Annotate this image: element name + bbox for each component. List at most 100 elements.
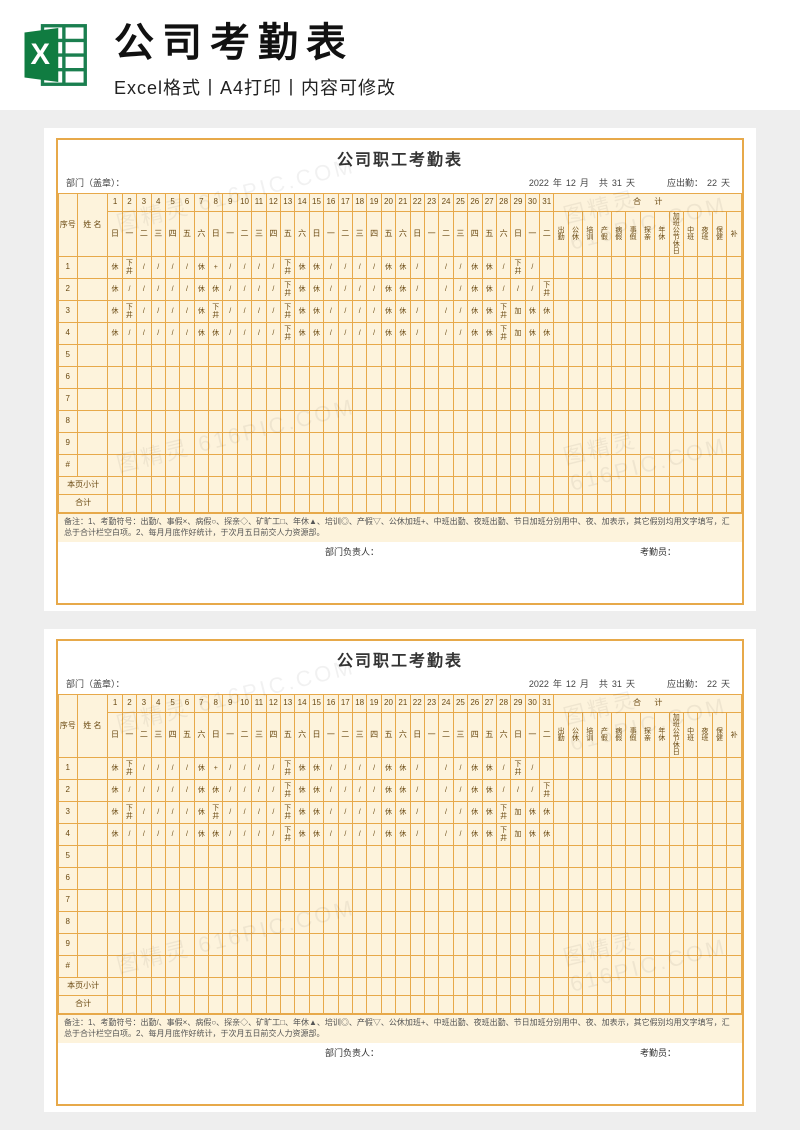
day-cell[interactable]: / [410, 802, 424, 824]
name-cell[interactable] [77, 389, 108, 411]
day-cell[interactable] [237, 934, 251, 956]
sum-cell[interactable] [712, 956, 726, 978]
day-cell[interactable]: / [352, 824, 366, 846]
day-cell[interactable]: / [252, 257, 266, 279]
day-cell[interactable] [511, 455, 525, 477]
day-cell[interactable] [468, 389, 482, 411]
day-cell[interactable] [108, 890, 122, 912]
day-cell[interactable]: / [266, 301, 280, 323]
sum-cell[interactable] [698, 367, 712, 389]
day-cell[interactable] [540, 868, 554, 890]
day-cell[interactable] [410, 934, 424, 956]
day-cell[interactable] [496, 433, 510, 455]
day-cell[interactable]: / [223, 279, 237, 301]
day-cell[interactable]: / [439, 780, 453, 802]
sum-cell[interactable] [597, 824, 611, 846]
day-cell[interactable]: 休 [396, 780, 410, 802]
day-cell[interactable]: 下井 [496, 323, 510, 345]
day-cell[interactable]: 休 [396, 323, 410, 345]
day-cell[interactable]: 休 [108, 802, 122, 824]
day-cell[interactable] [194, 934, 208, 956]
sum-cell[interactable] [583, 301, 597, 323]
sum-cell[interactable] [583, 411, 597, 433]
sum-cell[interactable] [712, 323, 726, 345]
day-cell[interactable] [252, 345, 266, 367]
sum-cell[interactable] [727, 257, 742, 279]
day-cell[interactable]: 休 [108, 323, 122, 345]
sum-cell[interactable] [712, 345, 726, 367]
day-cell[interactable] [410, 455, 424, 477]
day-cell[interactable] [237, 433, 251, 455]
day-cell[interactable] [137, 956, 151, 978]
day-cell[interactable] [424, 411, 438, 433]
day-cell[interactable]: 下井 [209, 802, 223, 824]
day-cell[interactable] [424, 301, 438, 323]
day-cell[interactable]: / [237, 279, 251, 301]
day-cell[interactable] [525, 912, 539, 934]
sum-cell[interactable] [640, 868, 654, 890]
day-cell[interactable]: 休 [194, 257, 208, 279]
day-cell[interactable] [209, 868, 223, 890]
sum-cell[interactable] [597, 279, 611, 301]
sum-cell[interactable] [698, 780, 712, 802]
day-cell[interactable] [540, 758, 554, 780]
day-cell[interactable]: / [266, 257, 280, 279]
day-cell[interactable] [439, 455, 453, 477]
day-cell[interactable] [122, 956, 136, 978]
day-cell[interactable]: / [352, 780, 366, 802]
sum-cell[interactable] [583, 279, 597, 301]
day-cell[interactable] [309, 890, 323, 912]
sum-cell[interactable] [698, 257, 712, 279]
day-cell[interactable] [511, 411, 525, 433]
sum-cell[interactable] [683, 934, 697, 956]
sum-cell[interactable] [568, 389, 582, 411]
day-cell[interactable] [223, 956, 237, 978]
day-cell[interactable] [180, 367, 194, 389]
day-cell[interactable] [137, 367, 151, 389]
day-cell[interactable] [309, 433, 323, 455]
sum-cell[interactable] [640, 389, 654, 411]
day-cell[interactable] [424, 824, 438, 846]
sum-cell[interactable] [583, 802, 597, 824]
sum-cell[interactable] [712, 389, 726, 411]
day-cell[interactable] [540, 367, 554, 389]
sum-cell[interactable] [554, 846, 568, 868]
sum-cell[interactable] [626, 956, 640, 978]
day-cell[interactable]: / [137, 279, 151, 301]
sum-cell[interactable] [712, 868, 726, 890]
day-cell[interactable]: / [223, 301, 237, 323]
name-cell[interactable] [77, 868, 108, 890]
day-cell[interactable] [511, 912, 525, 934]
sum-cell[interactable] [612, 912, 626, 934]
sum-cell[interactable] [597, 433, 611, 455]
sum-cell[interactable] [626, 780, 640, 802]
day-cell[interactable]: 休 [295, 802, 309, 824]
sum-cell[interactable] [583, 257, 597, 279]
day-cell[interactable]: 休 [295, 257, 309, 279]
day-cell[interactable]: 休 [482, 802, 496, 824]
name-cell[interactable] [77, 345, 108, 367]
sum-cell[interactable] [669, 912, 683, 934]
day-cell[interactable] [137, 455, 151, 477]
day-cell[interactable] [482, 868, 496, 890]
day-cell[interactable]: 下井 [540, 279, 554, 301]
day-cell[interactable] [137, 345, 151, 367]
day-cell[interactable]: / [511, 279, 525, 301]
sum-cell[interactable] [669, 257, 683, 279]
day-cell[interactable] [338, 389, 352, 411]
day-cell[interactable] [439, 956, 453, 978]
day-cell[interactable]: 休 [108, 824, 122, 846]
day-cell[interactable]: 休 [468, 802, 482, 824]
day-cell[interactable] [540, 389, 554, 411]
sum-cell[interactable] [640, 367, 654, 389]
day-cell[interactable] [396, 934, 410, 956]
day-cell[interactable] [338, 956, 352, 978]
day-cell[interactable] [511, 345, 525, 367]
sum-cell[interactable] [698, 956, 712, 978]
day-cell[interactable] [266, 934, 280, 956]
sum-cell[interactable] [669, 846, 683, 868]
day-cell[interactable]: / [137, 780, 151, 802]
day-cell[interactable] [281, 411, 295, 433]
day-cell[interactable]: 休 [108, 301, 122, 323]
sum-cell[interactable] [698, 433, 712, 455]
